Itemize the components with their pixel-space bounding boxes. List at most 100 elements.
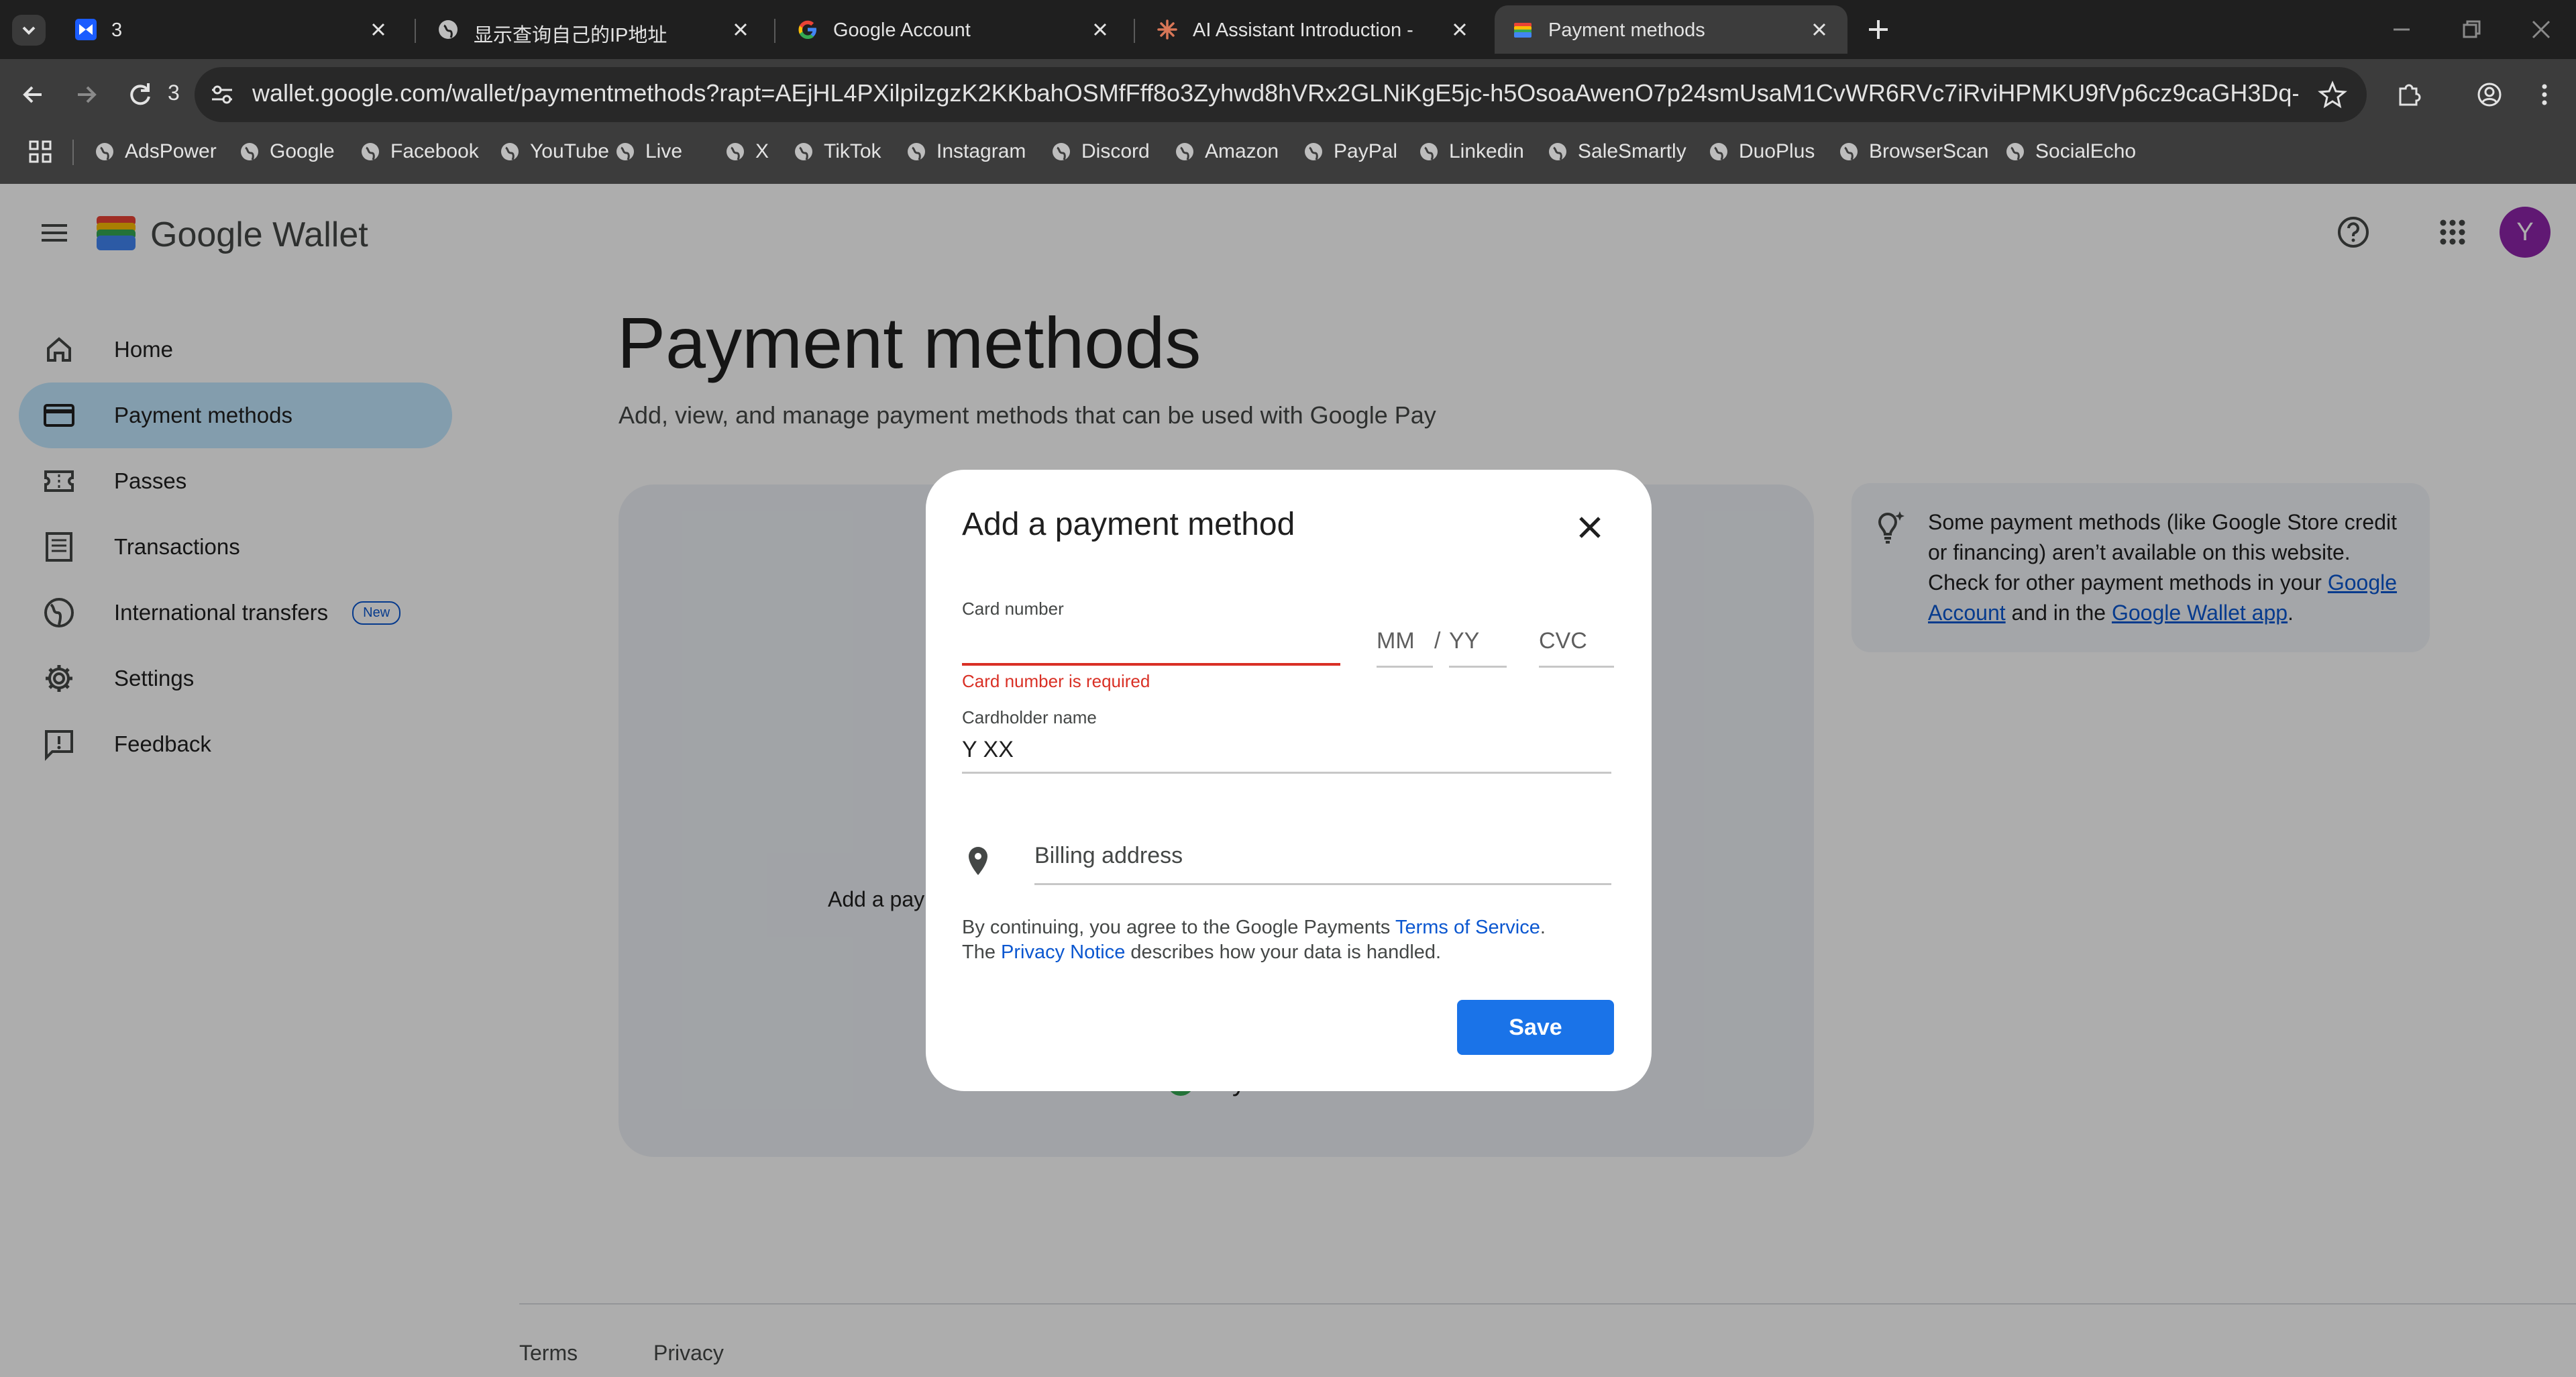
bookmark-item[interactable]: SocialEcho	[2004, 137, 2136, 166]
bookmark-label: Instagram	[936, 140, 1026, 162]
expiry-slash: /	[1434, 628, 1441, 654]
bookmark-label: Facebook	[390, 140, 479, 162]
bookmark-item[interactable]: Facebook	[360, 137, 479, 166]
dialog-close-button[interactable]	[1572, 510, 1607, 545]
forward-button[interactable]	[70, 78, 103, 111]
globe-icon	[2006, 143, 2024, 160]
bookmark-label: YouTube	[530, 140, 609, 162]
globe-icon	[1053, 143, 1070, 160]
profile-button[interactable]	[2473, 78, 2506, 111]
restore-button[interactable]	[2458, 16, 2485, 43]
bookmark-item[interactable]: TikTok	[793, 137, 881, 166]
bookmark-item[interactable]: BrowserScan	[1838, 137, 1988, 166]
bookmark-label: TikTok	[824, 140, 881, 162]
bookmark-label: Discord	[1081, 140, 1150, 162]
bookmark-item[interactable]: DuoPlus	[1708, 137, 1815, 166]
tab-separator	[774, 19, 775, 43]
reload-button[interactable]	[123, 78, 157, 111]
back-button[interactable]	[16, 78, 50, 111]
close-icon[interactable]	[1091, 20, 1110, 39]
arrow-back-icon	[23, 86, 42, 103]
globe-icon	[1549, 143, 1566, 160]
privacy-notice-link[interactable]: Privacy Notice	[1001, 941, 1125, 963]
close-icon	[2532, 20, 2551, 39]
tab-4[interactable]: AI Assistant Introduction - Cl	[1139, 5, 1488, 54]
location-pin-icon	[962, 843, 994, 880]
close-icon[interactable]	[369, 20, 388, 39]
restore-icon	[2463, 20, 2481, 38]
globe-icon	[241, 143, 258, 160]
extensions-button[interactable]	[2392, 78, 2426, 111]
tab-title: Payment methods	[1548, 19, 1705, 41]
tab-title: 3	[111, 19, 123, 41]
cvc-placeholder: CVC	[1539, 628, 1587, 654]
globe-icon	[1305, 143, 1322, 160]
globe-icon	[1176, 143, 1193, 160]
cvc-underline	[1539, 666, 1614, 668]
cvc-field[interactable]: CVC	[1539, 628, 1614, 668]
tab-separator	[415, 19, 416, 43]
bookmark-label: X	[755, 140, 769, 162]
expiry-year-field[interactable]: YY	[1449, 628, 1507, 668]
google-g-icon	[797, 19, 818, 40]
plus-icon	[1869, 20, 1888, 39]
tune-icon	[212, 85, 232, 104]
chevron-down-icon	[22, 26, 36, 35]
bookmark-label: DuoPlus	[1739, 140, 1815, 162]
tab-title: 显示查询自己的IP地址	[474, 25, 667, 46]
tab-search-button[interactable]	[12, 15, 46, 46]
tab-2[interactable]: 显示查询自己的IP地址	[420, 5, 769, 54]
bookmark-item[interactable]: Google	[239, 137, 335, 166]
billing-address-field[interactable]: Billing address	[1034, 843, 1611, 883]
cardholder-label: Cardholder name	[962, 707, 1097, 727]
globe-icon	[501, 143, 519, 160]
tab-title: AI Assistant Introduction - Cl	[1193, 19, 1414, 41]
bookmark-item[interactable]: AdsPower	[94, 137, 217, 166]
window-close-button[interactable]	[2528, 16, 2555, 43]
bookmark-item[interactable]: Live	[614, 137, 682, 166]
adspower-icon	[75, 19, 97, 40]
minimize-button[interactable]	[2388, 16, 2415, 43]
tab-5-active[interactable]: Payment methods	[1495, 5, 1847, 54]
bookmark-label: Linkedin	[1449, 140, 1524, 162]
card-number-input[interactable]	[962, 620, 1340, 660]
bookmark-item[interactable]: X	[724, 137, 769, 166]
reload-icon	[130, 83, 150, 105]
close-icon	[1579, 517, 1601, 538]
bookmark-star-button[interactable]	[2316, 78, 2349, 111]
save-button[interactable]: Save	[1457, 1000, 1614, 1055]
url-text[interactable]: wallet.google.com/wallet/paymentmethods?…	[252, 79, 2298, 107]
tab-3[interactable]: Google Account	[780, 5, 1128, 54]
terms-of-service-link[interactable]: Terms of Service	[1395, 917, 1540, 938]
bookmark-item[interactable]: Discord	[1051, 137, 1150, 166]
apps-shortcut-button[interactable]	[27, 138, 54, 165]
bookmark-label: Amazon	[1205, 140, 1279, 162]
browser-menu-button[interactable]	[2528, 78, 2561, 111]
expiry-month-field[interactable]: MM	[1377, 628, 1434, 668]
bookmark-label: Google	[270, 140, 335, 162]
bookmark-item[interactable]: YouTube	[499, 137, 609, 166]
bookmark-item[interactable]: SaleSmartly	[1547, 137, 1686, 166]
legal-text-part: By continuing, you agree to the Google P…	[962, 917, 1395, 938]
tab-1[interactable]: 3	[58, 5, 407, 54]
cardholder-name-input[interactable]	[962, 731, 1611, 768]
billing-address-underline	[1034, 883, 1611, 885]
extension-count: 3	[168, 81, 180, 105]
bookmark-label: SaleSmartly	[1578, 140, 1686, 162]
close-icon[interactable]	[1450, 20, 1469, 39]
bookmark-item[interactable]: Amazon	[1174, 137, 1279, 166]
puzzle-icon	[2399, 84, 2421, 106]
bookmark-item[interactable]: PayPal	[1303, 137, 1397, 166]
globe-icon	[96, 143, 113, 160]
close-icon[interactable]	[1810, 20, 1829, 39]
new-tab-button[interactable]	[1865, 16, 1892, 43]
card-number-underline	[962, 663, 1340, 666]
bookmark-item[interactable]: Linkedin	[1418, 137, 1524, 166]
tab-separator	[1134, 19, 1135, 43]
more-vert-icon	[2542, 84, 2547, 105]
close-icon[interactable]	[731, 20, 750, 39]
tab-title: Google Account	[833, 19, 971, 41]
bookmark-item[interactable]: Instagram	[906, 137, 1026, 166]
legal-text-part: describes how your data is handled.	[1125, 941, 1442, 963]
site-info-button[interactable]	[205, 78, 239, 111]
